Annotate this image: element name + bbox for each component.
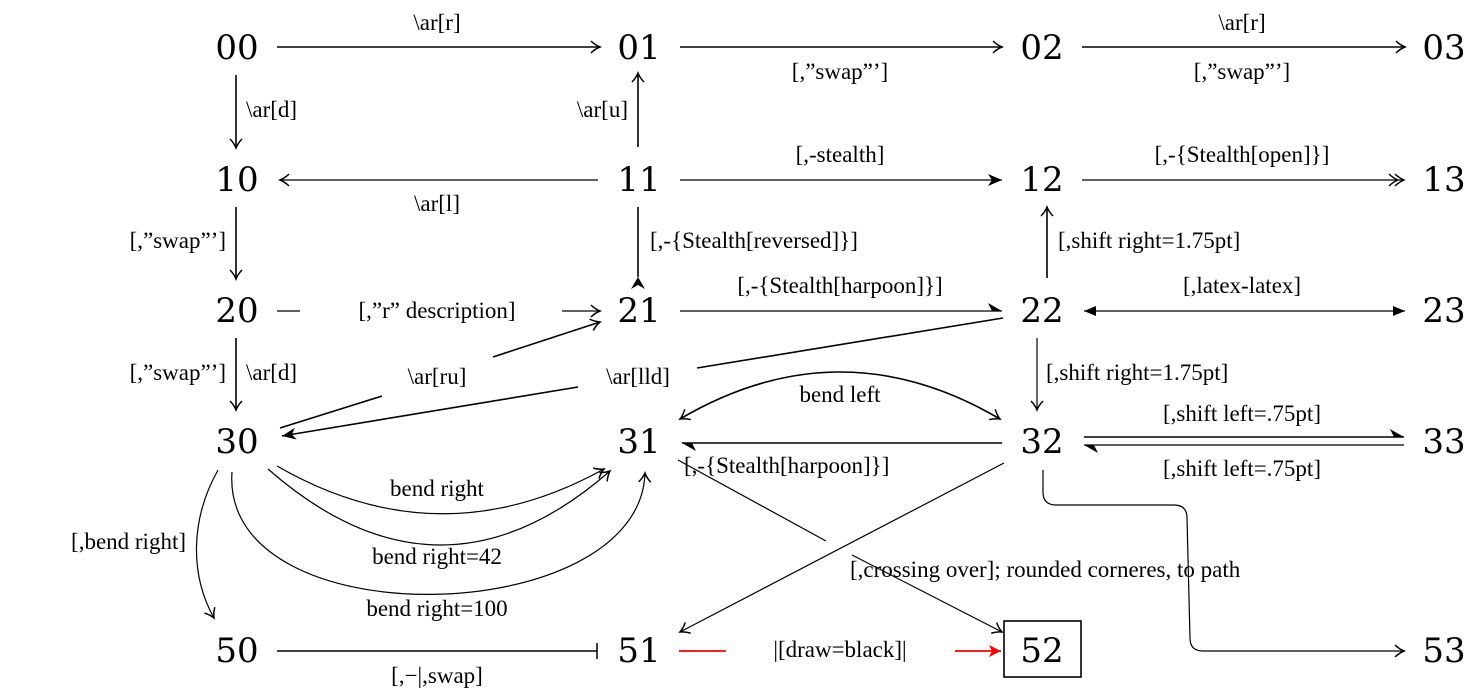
label-00-10: \ar[d] — [246, 97, 297, 122]
label-30-31-bend-right-42: bend right=42 — [372, 544, 502, 569]
node-33: 33 — [1422, 422, 1465, 462]
node-53: 53 — [1422, 631, 1465, 671]
node-00: 00 — [215, 28, 258, 68]
label-22-30: \ar[lld] — [606, 364, 670, 389]
node-30: 30 — [215, 422, 258, 462]
node-23: 23 — [1422, 291, 1465, 331]
label-20-30-right: \ar[d] — [246, 360, 297, 385]
node-10: 10 — [215, 160, 258, 200]
node-12: 12 — [1020, 160, 1063, 200]
node-01: 01 — [617, 28, 660, 68]
label-02-03-above: \ar[r] — [1218, 10, 1265, 35]
node-20: 20 — [215, 291, 258, 331]
label-31-32-bend-left: bend left — [799, 382, 881, 407]
node-22: 22 — [1020, 291, 1063, 331]
label-31-52-rounded-corners: [,crossing over]; rounded corneres, to p… — [850, 557, 1241, 582]
label-20-30-left: [,”swap”’] — [130, 360, 226, 385]
node-03: 03 — [1422, 28, 1465, 68]
node-50: 50 — [215, 631, 258, 671]
label-22-32: [,shift right=1.75pt] — [1046, 360, 1228, 385]
label-30-31-bend-right-100: bend right=100 — [366, 596, 507, 621]
label-22-23: [,latex-latex] — [1183, 273, 1301, 298]
label-32-33: [,shift left=.75pt] — [1163, 401, 1321, 426]
label-33-32: [,shift left=.75pt] — [1163, 456, 1321, 481]
node-02: 02 — [1020, 28, 1063, 68]
node-32: 32 — [1020, 422, 1063, 462]
label-30-31-bend-right: bend right — [390, 476, 485, 501]
label-21-22: [,-{Stealth[harpoon]}] — [737, 273, 942, 298]
label-50-51: [,−|,swap] — [391, 663, 483, 688]
label-02-03-below: [,”swap”’] — [1194, 59, 1290, 84]
label-00-01: \ar[r] — [413, 10, 460, 35]
node-21: 21 — [617, 291, 660, 331]
label-11-12: [,-stealth] — [796, 142, 885, 167]
label-32-31: [,-{Stealth[harpoon]}] — [684, 453, 889, 478]
label-20-21-description: [,”r” description] — [358, 298, 515, 323]
label-10-20: [,”swap”’] — [130, 228, 226, 253]
label-22-12: [,shift right=1.75pt] — [1058, 228, 1240, 253]
label-11-21: [,-{Stealth[reversed]}] — [650, 228, 858, 253]
label-30-21: \ar[ru] — [408, 364, 467, 389]
node-52: 52 — [1020, 631, 1063, 671]
node-13: 13 — [1422, 160, 1465, 200]
label-11-01: \ar[u] — [577, 97, 628, 122]
commutative-diagram: 00 01 02 03 10 11 12 13 20 21 22 23 30 3… — [71, 10, 1466, 688]
label-30-50: [,bend right] — [71, 529, 186, 554]
node-31: 31 — [617, 422, 660, 462]
label-12-13: [,-{Stealth[open]}] — [1155, 142, 1330, 167]
label-01-02: [,”swap”’] — [792, 59, 888, 84]
node-11: 11 — [617, 160, 660, 200]
edge-31-52-crossing — [677, 459, 1002, 632]
label-51-52: |[draw=black]| — [773, 637, 906, 662]
label-11-10: \ar[l] — [414, 191, 460, 216]
edge-30-50 — [195, 469, 219, 618]
node-51: 51 — [617, 631, 660, 671]
